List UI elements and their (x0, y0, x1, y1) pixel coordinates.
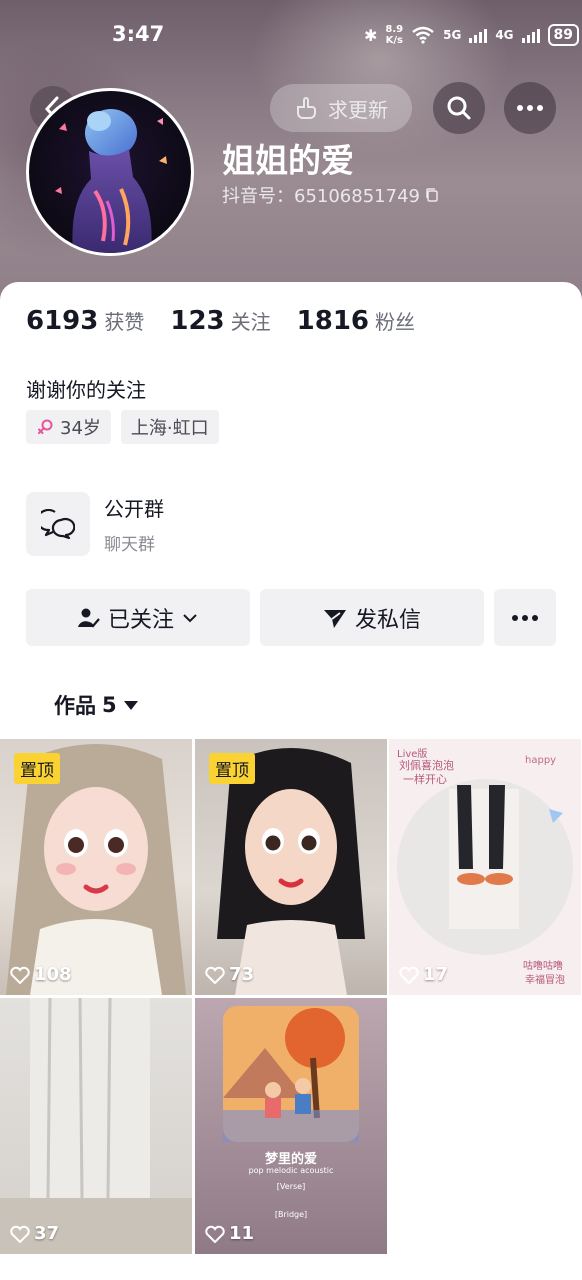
chevron-down-icon (183, 613, 197, 622)
cover-verse: [Verse] (276, 1182, 306, 1191)
heart-icon (205, 966, 225, 984)
request-update-label: 求更新 (328, 97, 388, 122)
pinned-badge: 置顶 (14, 753, 60, 784)
heart-icon (10, 966, 30, 984)
network-speed: 8.9 K/s (385, 24, 404, 46)
like-count: 11 (205, 1223, 254, 1244)
bluetooth-icon: ✱ (364, 25, 378, 45)
followed-label: 已关注 (107, 607, 174, 633)
video-thumbnail-3[interactable]: Live版 刘佩喜泡泡 一样开心 happy 咕噜咕噜 幸福冒泡 17 (389, 739, 581, 995)
status-time: 3:47 (112, 22, 165, 46)
female-icon (38, 419, 53, 434)
send-icon (323, 609, 346, 628)
location-tag: 上海·虹口 (120, 410, 219, 444)
5g-label: 5G (443, 28, 462, 42)
profile-tags: 34岁 上海·虹口 (26, 410, 219, 444)
cover-subtitle: pop melodic acoustic (248, 1166, 334, 1175)
douyin-id[interactable]: 抖音号：65106851749 (222, 182, 440, 208)
stat-likes: 6193 获赞 (26, 306, 145, 336)
signal-icon-2 (521, 27, 540, 43)
more-dots-icon (517, 105, 543, 111)
4g-label: 4G (495, 28, 514, 42)
more-actions-button[interactable] (494, 589, 556, 646)
stat-followers[interactable]: 1816 粉丝 (297, 306, 415, 336)
like-count: 17 (399, 964, 448, 985)
cover-bridge: [Bridge] (274, 1210, 308, 1219)
public-group-entry[interactable]: 公开群 聊天群 (26, 492, 164, 556)
chat-bubble-icon (26, 492, 90, 556)
age-tag: 34岁 (26, 410, 111, 444)
hand-pointer-icon (297, 97, 316, 119)
stat-following[interactable]: 123 关注 (170, 306, 270, 336)
request-update-button[interactable]: 求更新 (270, 84, 412, 132)
heart-icon (399, 966, 419, 984)
search-icon (447, 96, 471, 120)
status-bar: 3:47 ✱ 8.9 K/s 5G 4G 89 (0, 18, 582, 58)
user-check-icon (77, 608, 100, 628)
search-button[interactable] (433, 82, 485, 134)
signal-icon (469, 27, 488, 43)
cover-title: 梦里的爱 (264, 1152, 317, 1167)
copy-icon[interactable] (424, 187, 440, 203)
stats-row: 6193 获赞 123 关注 1816 粉丝 (26, 306, 441, 336)
followed-button[interactable]: 已关注 (26, 589, 250, 646)
video-thumbnail-5[interactable]: 梦里的爱 pop melodic acoustic [Verse] [Bridg… (195, 998, 387, 1254)
video-thumbnail-2[interactable]: 置顶 73 (195, 739, 387, 995)
profile-card: 6193 获赞 123 关注 1816 粉丝 谢谢你的关注 34岁 上海·虹口 (0, 282, 582, 1280)
video-cover-art (0, 998, 192, 1254)
avatar-illustration (55, 109, 167, 253)
heart-icon (10, 1225, 30, 1243)
wifi-icon (412, 26, 434, 44)
battery-indicator: 89 (547, 24, 580, 46)
more-options-button[interactable] (504, 82, 556, 134)
like-count: 37 (10, 1223, 59, 1244)
like-count: 73 (205, 964, 254, 985)
video-thumbnail-4[interactable]: 37 (0, 998, 192, 1254)
send-message-label: 发私信 (354, 607, 421, 633)
group-subtitle: 聊天群 (104, 535, 155, 555)
caret-down-icon (123, 701, 138, 710)
video-thumbnail-1[interactable]: 置顶 108 (0, 739, 192, 995)
heart-icon (205, 1225, 225, 1243)
pinned-badge: 置顶 (209, 753, 255, 784)
group-title: 公开群 (104, 497, 164, 521)
like-count: 108 (10, 964, 72, 985)
bio-text: 谢谢你的关注 (26, 378, 146, 402)
more-dots-icon (512, 614, 538, 621)
send-message-button[interactable]: 发私信 (260, 589, 484, 646)
action-buttons: 已关注 发私信 (26, 589, 556, 646)
tab-works[interactable]: 作品 5 (54, 690, 139, 720)
avatar[interactable] (26, 88, 194, 256)
username: 姐姐的爱 (222, 141, 354, 180)
